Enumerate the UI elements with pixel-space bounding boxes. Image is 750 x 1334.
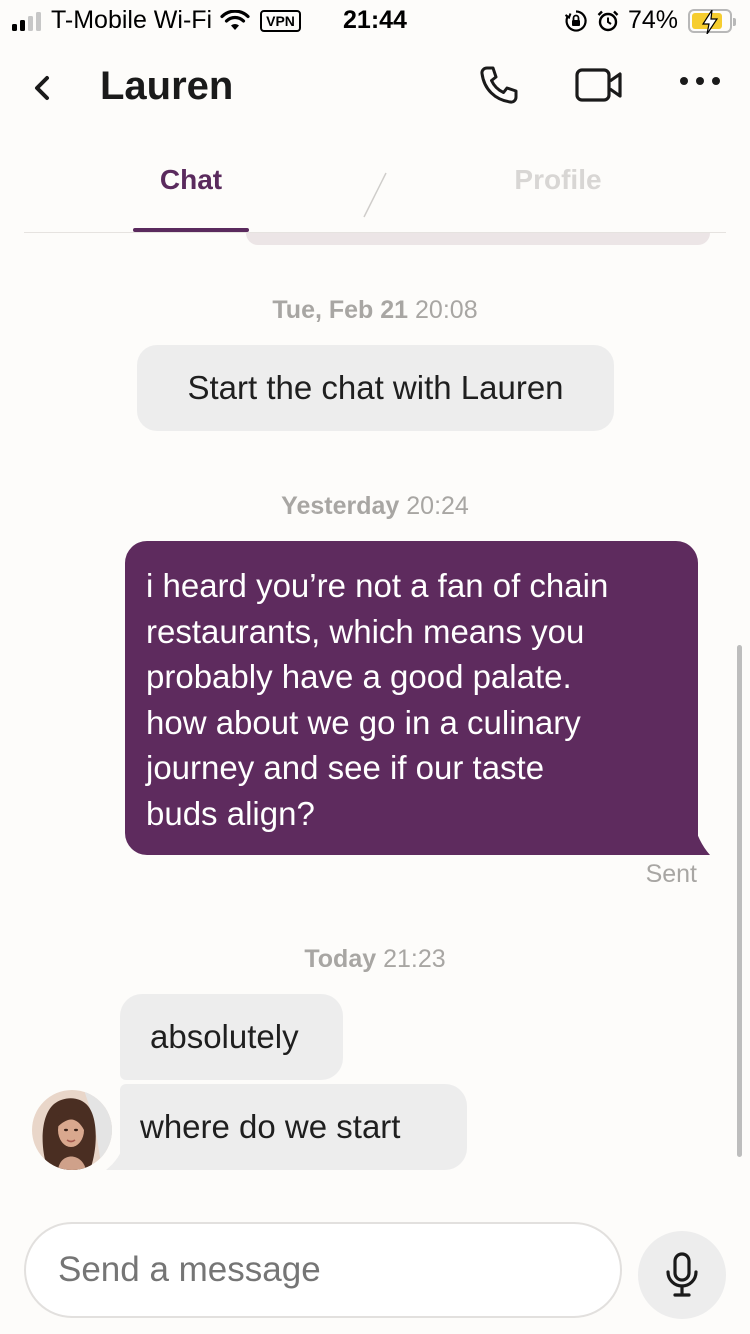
message-line: restaurants, which means you [146, 612, 585, 650]
sent-message[interactable]: i heard you’re not a fan of chain restau… [125, 541, 698, 855]
chat-screen: T-Mobile Wi-Fi VPN 21:44 74% Lauren Chat… [0, 0, 750, 1334]
avatar[interactable] [32, 1090, 112, 1170]
message-status: Sent [645, 860, 697, 888]
tab-profile[interactable]: Profile [470, 164, 646, 196]
chat-header: Lauren [0, 42, 750, 134]
phone-icon[interactable] [478, 64, 520, 106]
date-separator-day: Yesterday [281, 492, 400, 520]
system-message: Start the chat with Lauren [137, 345, 614, 431]
tab-divider [363, 172, 387, 218]
message-line: probably have a good palate. [146, 658, 572, 695]
message-line: i heard you’re not a fan of chain [146, 567, 609, 604]
back-chevron-icon[interactable] [26, 68, 58, 108]
message-line: buds align? [146, 794, 315, 832]
tab-bar: Chat Profile [0, 134, 750, 233]
date-separator: Yesterday 20:24 [0, 492, 750, 521]
date-separator-time: 20:24 [406, 492, 469, 520]
date-separator-time: 21:23 [383, 945, 446, 973]
contact-name[interactable]: Lauren [100, 64, 233, 109]
date-separator: Tue, Feb 21 20:08 [0, 296, 750, 325]
received-bubble-tail [106, 1140, 128, 1170]
message-line: journey and see if our taste [146, 749, 545, 786]
more-dots-icon[interactable] [680, 74, 720, 88]
message-line: how about we go in a culinary [146, 703, 581, 741]
scrollbar[interactable] [737, 645, 742, 1157]
date-separator-time: 20:08 [415, 296, 478, 324]
sent-bubble-tail [690, 822, 710, 855]
video-camera-icon[interactable] [574, 66, 624, 104]
battery-percent: 74% [627, 6, 678, 34]
message-input[interactable] [24, 1222, 622, 1318]
status-right: 74% [564, 6, 736, 35]
tab-chat[interactable]: Chat [133, 164, 249, 196]
previous-message-peek [246, 233, 710, 245]
received-message[interactable]: absolutely [120, 994, 343, 1080]
alarm-icon [597, 10, 619, 31]
received-message[interactable]: where do we start [120, 1084, 467, 1170]
orientation-lock-icon [564, 9, 587, 32]
microphone-button[interactable] [638, 1231, 726, 1319]
battery-charging-icon [688, 8, 736, 34]
date-separator-day: Today [304, 945, 377, 973]
date-separator-day: Tue, Feb 21 [272, 296, 409, 324]
microphone-icon [666, 1252, 698, 1297]
status-bar: T-Mobile Wi-Fi VPN 21:44 74% [0, 0, 750, 42]
date-separator: Today 21:23 [0, 945, 750, 974]
